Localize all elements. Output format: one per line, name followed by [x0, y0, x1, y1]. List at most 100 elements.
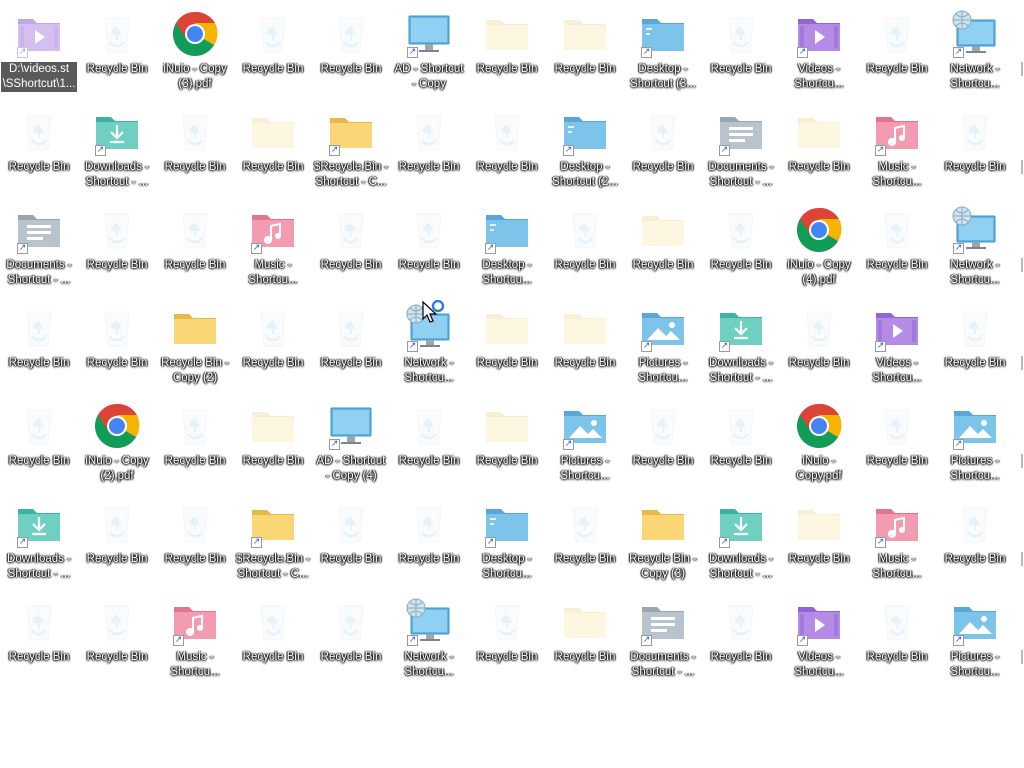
desktop-icon-recycle[interactable]: Recycle Bin — [78, 302, 156, 400]
desktop[interactable]: ↗ D:\videos.st \SShortcut\1... Recycle Bin… — [0, 0, 1024, 768]
desktop-icon-recycle[interactable]: Recycle Bin — [234, 8, 312, 106]
desktop-icon-videos[interactable]: ↗ Videos - Shortcu... — [780, 596, 858, 694]
desktop-icon-monitor[interactable]: ↗ AD - Shortcut - Copy — [390, 8, 468, 106]
desktop-icon-recycle[interactable]: Recycle Bin — [0, 400, 78, 498]
desktop-icon-recycle[interactable]: Recycle Bin — [858, 204, 936, 302]
desktop-icon-recycle[interactable]: Recycle Bin — [0, 596, 78, 694]
desktop-icon-recycle[interactable]: Recycle Bin — [702, 400, 780, 498]
desktop-icon-downloads[interactable]: ↗ Downloads - Shortcut - ... — [78, 106, 156, 204]
desktop-icon-documents[interactable]: ↗ Documents - Shortcut - ... — [702, 106, 780, 204]
desktop-icon-chrome[interactable]: iNuio - Copy (4).pdf — [780, 204, 858, 302]
desktop-icon-pictures[interactable]: ↗ Pictures - Shortcu... — [546, 400, 624, 498]
desktop-icon-recycle[interactable]: Recycle Bin — [0, 302, 78, 400]
desktop-icon-music[interactable]: ↗ Music - Shortcu... — [156, 596, 234, 694]
desktop-icon-folder[interactable]: Recycle Bin - Copy (3) — [624, 498, 702, 596]
desktop-icon-recycle[interactable]: Recycle Bin — [312, 498, 390, 596]
desktop-icon-recycle[interactable]: Recycle Bin — [702, 596, 780, 694]
desktop-icon-downloads[interactable]: ↗ Downloads - Shortcut - ... — [0, 498, 78, 596]
desktop-icon-recycle[interactable]: Recycle Bin — [858, 596, 936, 694]
desktop-icon-recycle[interactable]: Recycle Bin — [390, 204, 468, 302]
desktop-icon-folder[interactable]: Recycle Bin — [234, 106, 312, 204]
desktop-icon-recycle[interactable]: Recycle Bin — [936, 106, 1014, 204]
desktop-icon-recycle[interactable]: Recycle Bin — [858, 8, 936, 106]
desktop-icon-recycle[interactable]: Recycle Bin — [78, 498, 156, 596]
desktop-icon-videos[interactable]: ↗ D:\videos.st \SShortcut\1... — [0, 8, 78, 106]
desktop-icon-recycle[interactable]: Recycle Bin — [312, 302, 390, 400]
desktop-icon-desktopfolder[interactable]: ↗ Desktop - Shortcu... — [468, 204, 546, 302]
desktop-icon-folder[interactable]: Recycle Bin — [780, 106, 858, 204]
desktop-icon-recycle[interactable]: Recycle Bin — [78, 204, 156, 302]
desktop-icon-recycle[interactable]: Recycle Bin — [390, 106, 468, 204]
desktop-icon-documents[interactable]: ↗ Documents - Shortcut - ... — [624, 596, 702, 694]
folder-icon — [483, 10, 531, 58]
desktop-icon-recycle[interactable]: Recycle Bin — [312, 204, 390, 302]
desktop-icon-folder[interactable]: ↗ $Recycle.Bin - Shortcut - C... — [234, 498, 312, 596]
folder-icon-graphic — [252, 412, 294, 442]
desktop-icon-folder[interactable]: ↗ $Recycle.Bin - Shortcut - C... — [312, 106, 390, 204]
desktop-icon-recycle[interactable]: Recycle Bin — [624, 106, 702, 204]
desktop-icon-folder[interactable]: Recycle Bin — [624, 204, 702, 302]
desktop-icon-recycle[interactable]: Recycle Bin — [390, 400, 468, 498]
desktop-icon-folder[interactable]: Recycle Bin — [234, 400, 312, 498]
folder-icon-graphic — [252, 118, 294, 148]
desktop-icon-folder[interactable]: Recycle Bin — [468, 302, 546, 400]
desktop-icon-recycle[interactable]: Recycle Bin — [858, 400, 936, 498]
desktop-icon-chrome[interactable]: iNuio - Copy (3).pdf — [156, 8, 234, 106]
desktop-icon-network[interactable]: ↗ Network - Shortcu... — [390, 302, 468, 400]
desktop-icon-desktopfolder[interactable]: ↗ Desktop - Shortcu... — [468, 498, 546, 596]
desktop-icon-desktopfolder[interactable]: ↗ Desktop - Shortcut (2... — [546, 106, 624, 204]
desktop-icon-recycle[interactable]: Recycle Bin — [546, 498, 624, 596]
desktop-icon-network[interactable]: ↗ Network - Shortcu... — [390, 596, 468, 694]
documents-icon: ↗ — [639, 598, 687, 646]
desktop-icon-music[interactable]: ↗ Music - Shortcu... — [858, 106, 936, 204]
documents-icon: ↗ — [15, 206, 63, 254]
desktop-icon-desktopfolder[interactable]: ↗ Desktop - Shortcut (3... — [624, 8, 702, 106]
desktop-icon-chrome[interactable]: iNuio - Copy.pdf — [780, 400, 858, 498]
desktop-icon-recycle[interactable]: Recycle Bin — [78, 8, 156, 106]
desktop-icon-recycle[interactable]: Recycle Bin — [234, 302, 312, 400]
desktop-icon-recycle[interactable]: Recycle Bin — [624, 400, 702, 498]
desktop-icon-documents[interactable]: ↗ Documents - Shortcut - ... — [0, 204, 78, 302]
desktop-icon-chrome[interactable]: iNuio - Copy (2).pdf — [78, 400, 156, 498]
desktop-icon-recycle[interactable]: Recycle Bin — [156, 106, 234, 204]
desktop-icon-recycle[interactable]: Recycle Bin — [156, 400, 234, 498]
desktop-icon-recycle[interactable]: Recycle Bin — [780, 302, 858, 400]
recycle-icon-graphic — [416, 115, 442, 151]
desktop-icon-folder[interactable]: Recycle Bin — [780, 498, 858, 596]
desktop-icon-recycle[interactable]: Recycle Bin — [0, 106, 78, 204]
desktop-icon-recycle[interactable]: Recycle Bin — [312, 596, 390, 694]
desktop-icon-videos[interactable]: ↗ Videos - Shortcu... — [780, 8, 858, 106]
desktop-icon-recycle[interactable]: Recycle Bin — [156, 498, 234, 596]
desktop-icon-downloads[interactable]: ↗ Downloads - Shortcut - ... — [702, 498, 780, 596]
desktop-icon-recycle[interactable]: Recycle Bin — [312, 8, 390, 106]
desktop-icon-music[interactable]: ↗ Music - Shortcu... — [234, 204, 312, 302]
desktop-icon-network[interactable]: ↗ Network - Shortcu... — [936, 8, 1014, 106]
desktop-icon-recycle[interactable]: Recycle Bin — [702, 204, 780, 302]
desktop-icon-folder[interactable]: Recycle Bin - Copy (2) — [156, 302, 234, 400]
desktop-icon-folder[interactable]: Recycle Bin — [546, 8, 624, 106]
desktop-icon-recycle[interactable]: Recycle Bin — [78, 596, 156, 694]
desktop-icon-recycle[interactable]: Recycle Bin — [936, 302, 1014, 400]
desktop-icon-folder[interactable]: Recycle Bin — [546, 596, 624, 694]
desktop-icon-music[interactable]: ↗ Music - Shortcu... — [858, 498, 936, 596]
desktop-icon-label: Music - Shortcu... — [872, 553, 922, 580]
desktop-icon-folder[interactable]: Recycle Bin — [468, 400, 546, 498]
desktop-icon-recycle[interactable]: Recycle Bin — [234, 596, 312, 694]
desktop-icon-pictures[interactable]: ↗ Pictures - Shortcu... — [936, 400, 1014, 498]
desktop-icon-recycle[interactable]: Recycle Bin — [702, 8, 780, 106]
desktop-icon-videos[interactable]: ↗ Videos - Shortcu... — [858, 302, 936, 400]
desktop-icon-folder[interactable]: Recycle Bin — [546, 302, 624, 400]
desktop-icon-pictures[interactable]: ↗ Pictures - Shortcu... — [624, 302, 702, 400]
folder-icon-graphic — [564, 608, 606, 638]
desktop-icon-recycle[interactable]: Recycle Bin — [936, 498, 1014, 596]
desktop-icon-folder[interactable]: Recycle Bin — [468, 8, 546, 106]
desktop-icon-network[interactable]: ↗ Network - Shortcu... — [936, 204, 1014, 302]
desktop-icon-downloads[interactable]: ↗ Downloads - Shortcut - ... — [702, 302, 780, 400]
desktop-icon-pictures[interactable]: ↗ Pictures - Shortcu... — [936, 596, 1014, 694]
desktop-icon-recycle[interactable]: Recycle Bin — [468, 106, 546, 204]
desktop-icon-recycle[interactable]: Recycle Bin — [468, 596, 546, 694]
desktop-icon-recycle[interactable]: Recycle Bin — [156, 204, 234, 302]
desktop-icon-recycle[interactable]: Recycle Bin — [546, 204, 624, 302]
desktop-icon-monitor[interactable]: ↗ AD - Shortcut - Copy (4) — [312, 400, 390, 498]
desktop-icon-recycle[interactable]: Recycle Bin — [390, 498, 468, 596]
